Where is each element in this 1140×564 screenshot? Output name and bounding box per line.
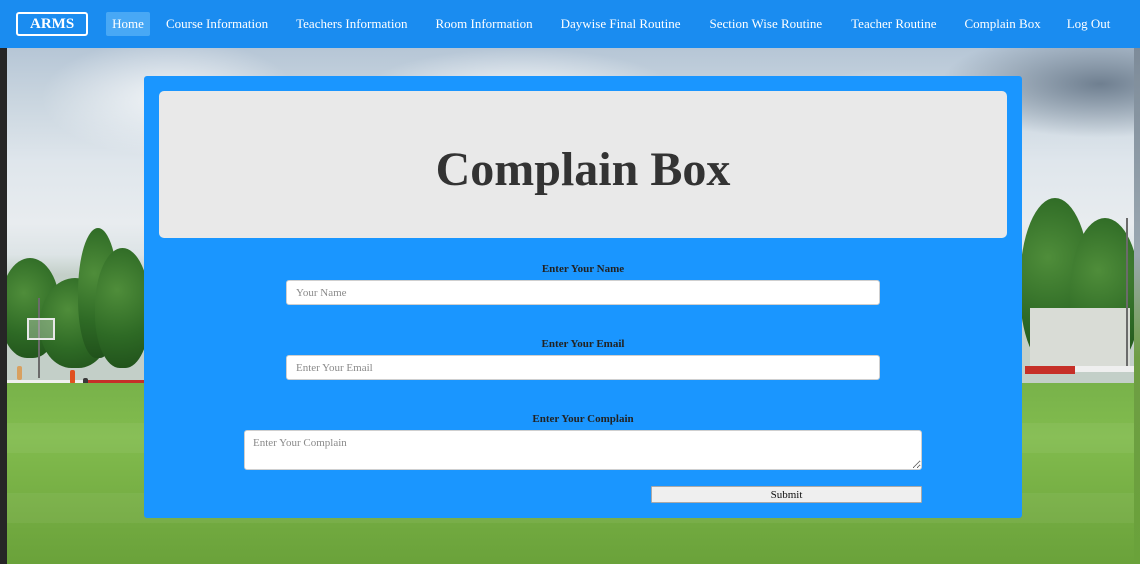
nav-item-teacher-routine[interactable]: Teacher Routine — [845, 12, 942, 36]
nav-item-complain-box[interactable]: Complain Box — [959, 12, 1047, 36]
photo-right-edge — [1134, 48, 1140, 564]
nav-menu: Home Course Information Teachers Informa… — [106, 0, 1116, 48]
brand-logo[interactable]: ARMS — [16, 12, 89, 36]
submit-button[interactable]: Submit — [651, 486, 922, 503]
nav-item-room-information[interactable]: Room Information — [429, 12, 538, 36]
email-label: Enter Your Email — [541, 338, 625, 350]
photo-left-edge — [0, 48, 7, 564]
nav-item-teachers-information[interactable]: Teachers Information — [290, 12, 413, 36]
page-title: Complain Box — [435, 143, 731, 196]
title-banner: Complain Box — [159, 91, 1007, 238]
name-input[interactable] — [286, 280, 880, 305]
nav-item-log-out[interactable]: Log Out — [1061, 12, 1117, 36]
complain-panel: Complain Box Enter Your Name Enter Your … — [144, 76, 1022, 518]
name-label: Enter Your Name — [541, 263, 625, 275]
nav-item-course-information[interactable]: Course Information — [160, 12, 274, 36]
email-input[interactable] — [286, 355, 880, 380]
complain-label: Enter Your Complain — [532, 413, 634, 425]
top-navbar: ARMS Home Course Information Teachers In… — [0, 0, 1140, 48]
nav-item-home[interactable]: Home — [106, 12, 150, 36]
nav-item-daywise-final-routine[interactable]: Daywise Final Routine — [555, 12, 687, 36]
nav-item-section-wise-routine[interactable]: Section Wise Routine — [704, 12, 829, 36]
complain-textarea[interactable] — [244, 430, 922, 470]
